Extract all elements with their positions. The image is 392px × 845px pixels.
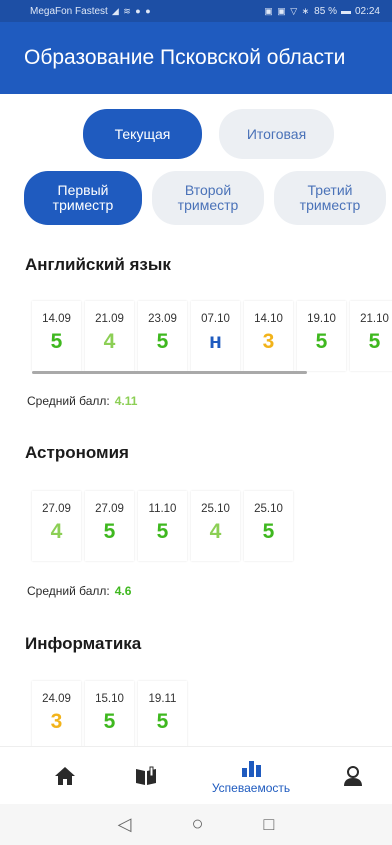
app-bar: Образование Псковской области <box>0 22 392 94</box>
grade-mark: 5 <box>262 520 275 543</box>
tab-current-label: Текущая <box>114 125 171 142</box>
grade-cell[interactable]: 24.09 3 <box>32 681 81 751</box>
grade-date: 27.09 <box>42 503 71 515</box>
grade-cell[interactable]: 11.10 5 <box>138 491 187 561</box>
grade-date: 21.09 <box>95 313 124 325</box>
average-value: 4.11 <box>114 394 138 408</box>
tab-trimester-2[interactable]: Второй триместр <box>152 171 264 225</box>
grade-date: 07.10 <box>201 313 230 325</box>
grade-cell[interactable]: 07.10 н <box>191 301 240 371</box>
status-bar: MegaFon Fastest ◢ ≋ ● ● ▣ ▣ ▽ ∗ 85 % ▬ 0… <box>0 0 392 22</box>
grade-mark: 5 <box>103 520 116 543</box>
grade-mark: 5 <box>315 330 328 353</box>
horizontal-scrollbar[interactable] <box>32 371 307 374</box>
grade-mark: 5 <box>103 710 116 733</box>
status-icons-right: ▣ ▣ ▽ ∗ <box>264 5 311 16</box>
grade-cell[interactable]: 27.09 5 <box>85 491 134 561</box>
subject-title-astronomy: Астрономия <box>25 443 129 462</box>
grades-row-english[interactable]: 14.09 5 21.09 4 23.09 5 07.10 н 14.10 3 19.10… <box>32 301 392 371</box>
nav-profile[interactable] <box>328 747 378 805</box>
average-astronomy: Средний балл: 4.6 <box>27 584 131 598</box>
grade-cell[interactable]: 14.09 5 <box>32 301 81 371</box>
grade-cell[interactable]: 23.09 5 <box>138 301 187 371</box>
tab-final[interactable]: Итоговая <box>219 109 334 159</box>
diary-icon <box>136 766 156 785</box>
grade-date: 27.09 <box>95 503 124 515</box>
profile-icon <box>344 766 362 786</box>
tab-trimester-2-line2: триместр <box>177 197 239 213</box>
grade-date: 19.11 <box>148 693 177 705</box>
grade-cell[interactable]: 25.10 4 <box>191 491 240 561</box>
grade-cell[interactable]: 19.10 5 <box>297 301 346 371</box>
status-icons: ◢ ≋ ● ● <box>111 5 152 16</box>
tab-trimester-1-line1: Первый <box>57 182 109 198</box>
tab-trimester-3[interactable]: Третий триместр <box>274 171 386 225</box>
home-button-icon[interactable]: ○ <box>191 813 203 836</box>
carrier-name: MegaFon Fastest <box>30 5 108 17</box>
grade-mark: 5 <box>50 330 63 353</box>
grade-date: 14.09 <box>42 313 71 325</box>
grade-date: 11.10 <box>148 503 177 515</box>
grade-mark: 3 <box>262 330 275 353</box>
tab-trimester-2-line1: Второй <box>184 182 232 198</box>
grade-date: 21.10 <box>360 313 389 325</box>
grade-cell[interactable]: 14.10 3 <box>244 301 293 371</box>
average-label: Средний балл: <box>27 394 110 408</box>
tab-current[interactable]: Текущая <box>83 109 202 159</box>
battery-level: 85 % <box>314 5 337 17</box>
grade-date: 25.10 <box>254 503 283 515</box>
grade-mark: 5 <box>156 520 169 543</box>
grade-date: 23.09 <box>148 313 177 325</box>
grade-mark: 3 <box>50 710 63 733</box>
bottom-navigation: Успеваемость <box>0 746 392 804</box>
grade-mark: 5 <box>156 330 169 353</box>
grade-mark: 5 <box>368 330 381 353</box>
grade-date: 25.10 <box>201 503 230 515</box>
grades-row-informatics[interactable]: 24.09 3 15.10 5 19.11 5 <box>32 681 187 751</box>
tab-final-label: Итоговая <box>246 125 307 142</box>
subject-title-informatics: Информатика <box>25 634 142 653</box>
performance-icon <box>242 760 261 777</box>
grade-mark: 4 <box>209 520 222 543</box>
grade-cell[interactable]: 21.09 4 <box>85 301 134 371</box>
grade-cell[interactable]: 25.10 5 <box>244 491 293 561</box>
grades-row-astronomy[interactable]: 27.09 4 27.09 5 11.10 5 25.10 4 25.10 5 <box>32 491 293 561</box>
nav-home[interactable] <box>40 747 90 805</box>
home-icon <box>55 767 75 785</box>
nav-performance-label: Успеваемость <box>211 780 291 795</box>
grade-date: 19.10 <box>307 313 336 325</box>
average-value: 4.6 <box>114 584 132 598</box>
system-navigation-bar: ◁ ○ □ <box>0 804 392 845</box>
page-title: Образование Псковской области <box>24 46 346 69</box>
grade-mark: 5 <box>156 710 169 733</box>
tab-trimester-1-line2: триместр <box>52 197 114 213</box>
grade-cell[interactable]: 19.11 5 <box>138 681 187 751</box>
average-english: Средний балл: 4.11 <box>27 394 137 408</box>
recents-icon[interactable]: □ <box>264 814 275 835</box>
tab-trimester-1[interactable]: Первый триместр <box>24 171 142 225</box>
clock: 02:24 <box>354 5 380 17</box>
tab-trimester-3-line1: Третий <box>307 182 353 198</box>
nav-diary[interactable] <box>121 747 171 805</box>
grade-mark: н <box>209 330 222 353</box>
grade-mark: 4 <box>103 330 116 353</box>
nav-performance[interactable]: Успеваемость <box>196 747 306 805</box>
grade-mark: 4 <box>50 520 63 543</box>
battery-icon: ▬ <box>340 5 351 17</box>
grade-date: 15.10 <box>95 693 124 705</box>
tab-trimester-3-line2: триместр <box>299 197 361 213</box>
grade-cell[interactable]: 21.10 5 <box>350 301 392 371</box>
grade-cell[interactable]: 27.09 4 <box>32 491 81 561</box>
back-icon[interactable]: ◁ <box>118 814 132 835</box>
grade-date: 14.10 <box>254 313 283 325</box>
average-label: Средний балл: <box>27 584 110 598</box>
grade-cell[interactable]: 15.10 5 <box>85 681 134 751</box>
subject-title-english: Английский язык <box>25 255 171 274</box>
grade-date: 24.09 <box>42 693 71 705</box>
